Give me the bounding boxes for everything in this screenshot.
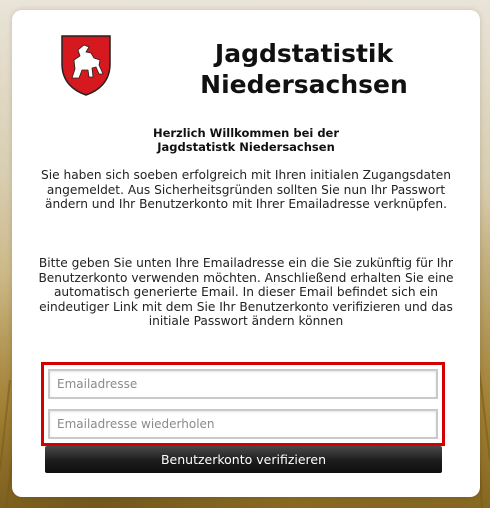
verification-card: Jagdstatistik Niedersachsen Herzlich Wil… xyxy=(12,10,480,497)
verify-account-button[interactable]: Benutzerkonto verifizieren xyxy=(45,446,442,473)
app-title-line1: Jagdstatistik xyxy=(214,39,394,68)
email-fields-highlight xyxy=(41,362,445,446)
email-repeat-input[interactable] xyxy=(48,409,438,439)
password-change-notice: Sie haben sich soeben erfolgreich mit Ih… xyxy=(41,168,451,212)
welcome-heading: Herzlich Willkommen bei der Jagdstatistk… xyxy=(32,126,460,154)
lower-saxony-horse-crest-icon xyxy=(61,35,111,96)
welcome-heading-line1: Herzlich Willkommen bei der xyxy=(152,126,340,140)
app-title: Jagdstatistik Niedersachsen xyxy=(188,38,420,100)
email-input[interactable] xyxy=(48,369,438,399)
welcome-heading-line2: Jagdstatistk Niedersachsen xyxy=(157,140,335,154)
app-title-line2: Niedersachsen xyxy=(200,70,408,99)
email-instructions: Bitte geben Sie unten Ihre Emailadresse … xyxy=(38,256,454,329)
